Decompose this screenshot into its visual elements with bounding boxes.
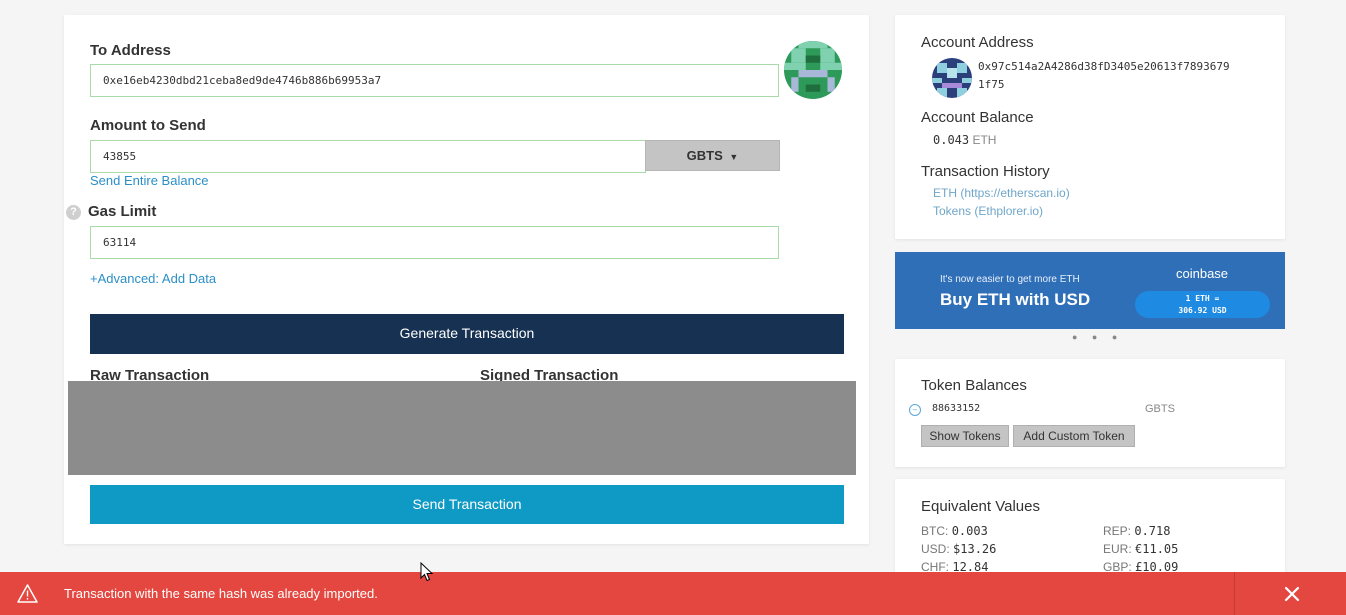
account-address-line2: 1f75 xyxy=(978,78,1005,91)
equivalent-values-title: Equivalent Values xyxy=(921,498,1040,515)
recipient-identicon xyxy=(784,41,842,99)
equivalent-value-usd: USD: $13.26 xyxy=(921,542,997,556)
equivalent-value-eur: EUR: €11.05 xyxy=(1103,542,1179,556)
alert-message: Transaction with the same hash was alrea… xyxy=(64,586,378,601)
account-identicon xyxy=(932,58,972,98)
send-transaction-button[interactable]: Send Transaction xyxy=(90,485,844,524)
account-address-title: Account Address xyxy=(921,34,1034,51)
token-symbol: GBTS xyxy=(1145,403,1175,415)
token-balances-card: Token Balances – 88633152 GBTS Show Toke… xyxy=(895,359,1285,467)
to-address-input[interactable]: 0xe16eb4230dbd21ceba8ed9de4746b886b69953… xyxy=(90,64,779,97)
generate-transaction-button[interactable]: Generate Transaction xyxy=(90,314,844,354)
alert-divider xyxy=(1234,572,1235,615)
token-select-label: GBTS xyxy=(686,148,723,163)
help-icon[interactable]: ? xyxy=(66,205,81,220)
equivalent-values-card: Equivalent Values BTC: 0.003 REP: 0.718 … xyxy=(895,479,1285,579)
mouse-cursor-icon xyxy=(420,561,434,587)
token-select-dropdown[interactable]: GBTS ▼ xyxy=(645,140,780,171)
rate-line1: 1 ETH = xyxy=(1185,294,1220,303)
to-address-label: To Address xyxy=(90,42,171,59)
amount-input[interactable]: 43855 xyxy=(90,140,646,173)
send-transaction-panel: To Address 0xe16eb4230dbd21ceba8ed9de474… xyxy=(64,15,869,544)
show-tokens-button[interactable]: Show Tokens xyxy=(921,425,1009,447)
token-balances-title: Token Balances xyxy=(921,377,1027,394)
banner-big-text: Buy ETH with USD xyxy=(940,290,1091,309)
add-custom-token-button[interactable]: Add Custom Token xyxy=(1013,425,1135,447)
gas-limit-label: Gas Limit xyxy=(88,203,157,220)
transaction-overlay xyxy=(68,381,856,475)
eth-rate-pill: 1 ETH = 306.92 USD xyxy=(1135,291,1270,318)
coinbase-banner[interactable]: It's now easier to get more ETH Buy ETH … xyxy=(895,252,1285,329)
equivalent-value-btc: BTC: 0.003 xyxy=(921,524,988,538)
transaction-history-title: Transaction History xyxy=(921,163,1050,180)
token-remove-icon[interactable]: – xyxy=(909,404,921,416)
account-balance-title: Account Balance xyxy=(921,109,1034,126)
gas-limit-input[interactable]: 63114 xyxy=(90,226,779,259)
etherscan-link[interactable]: ETH (https://etherscan.io) xyxy=(933,186,1070,200)
ethplorer-link[interactable]: Tokens (Ethplorer.io) xyxy=(933,204,1043,218)
account-address-line1: 0x97c514a2A4286d38fD3405e20613f7893679 xyxy=(978,60,1230,73)
caret-down-icon: ▼ xyxy=(729,152,739,162)
account-balance: 0.043 ETH xyxy=(933,133,996,147)
coinbase-logo: coinbase xyxy=(1176,266,1229,281)
amount-label: Amount to Send xyxy=(90,117,206,134)
error-alert-bar: Transaction with the same hash was alrea… xyxy=(0,572,1346,615)
balance-value: 0.043 xyxy=(933,133,970,147)
balance-unit: ETH xyxy=(972,133,997,147)
warning-icon xyxy=(17,584,38,608)
rate-line2: 306.92 USD xyxy=(1178,306,1227,315)
close-icon[interactable] xyxy=(1284,586,1300,602)
carousel-dots[interactable]: ● ● ● xyxy=(1072,332,1123,342)
token-balance-value: 88633152 xyxy=(932,403,981,414)
send-entire-balance-link[interactable]: Send Entire Balance xyxy=(90,173,209,188)
equivalent-value-rep: REP: 0.718 xyxy=(1103,524,1171,538)
advanced-add-data-link[interactable]: +Advanced: Add Data xyxy=(90,271,216,286)
banner-small-text: It's now easier to get more ETH xyxy=(940,274,1080,285)
account-info-card: Account Address 0x97c514a2A4286d38fD3405… xyxy=(895,15,1285,239)
